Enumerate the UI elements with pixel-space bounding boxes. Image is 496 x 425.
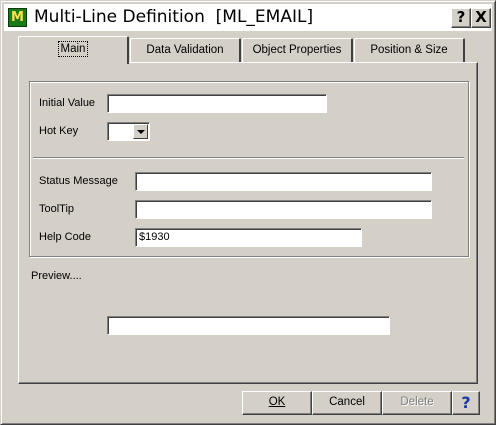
window-title: Multi-Line Definition [ML_EMAIL] [34,7,314,27]
preview-field [107,316,390,335]
chevron-down-icon[interactable] [133,124,148,139]
help-title-button[interactable]: ? [451,8,471,28]
help-icon: ? [461,393,471,412]
preview-label: Preview.... [31,270,82,282]
help-button[interactable]: ? [452,391,480,415]
cancel-button-label: Cancel [329,396,365,408]
group-separator [33,157,464,159]
hot-key-label: Hot Key [39,125,79,137]
status-message-input[interactable] [135,172,432,191]
tab-main[interactable]: Main [18,36,129,64]
tooltip-label: ToolTip [39,203,75,215]
tab-object-properties-label: Object Properties [252,44,342,56]
help-code-input[interactable]: $1930 [135,228,362,247]
initial-value-label: Initial Value [39,97,96,109]
ok-button[interactable]: OK [242,391,312,415]
help-code-label: Help Code [39,231,91,243]
tab-position-size-label: Position & Size [370,44,448,56]
ok-button-label: OK [268,396,286,408]
delete-button[interactable]: Delete [382,391,452,415]
app-icon: M [8,8,27,27]
tab-data-validation[interactable]: Data Validation [130,38,241,62]
tab-main-label: Main [57,41,89,57]
tab-position-size[interactable]: Position & Size [354,38,465,62]
close-button[interactable]: X [471,8,491,28]
tooltip-input[interactable] [135,200,432,219]
dialog-window: M Multi-Line Definition [ML_EMAIL] ? X M… [0,0,496,425]
cancel-button[interactable]: Cancel [312,391,382,415]
initial-value-input[interactable] [107,94,327,113]
tab-data-validation-label: Data Validation [146,44,224,56]
delete-button-label: Delete [400,396,434,408]
hot-key-select[interactable] [107,122,150,141]
tab-object-properties[interactable]: Object Properties [242,38,353,62]
status-message-label: Status Message [39,175,118,187]
title-bar[interactable]: M Multi-Line Definition [ML_EMAIL] ? X [4,4,492,31]
